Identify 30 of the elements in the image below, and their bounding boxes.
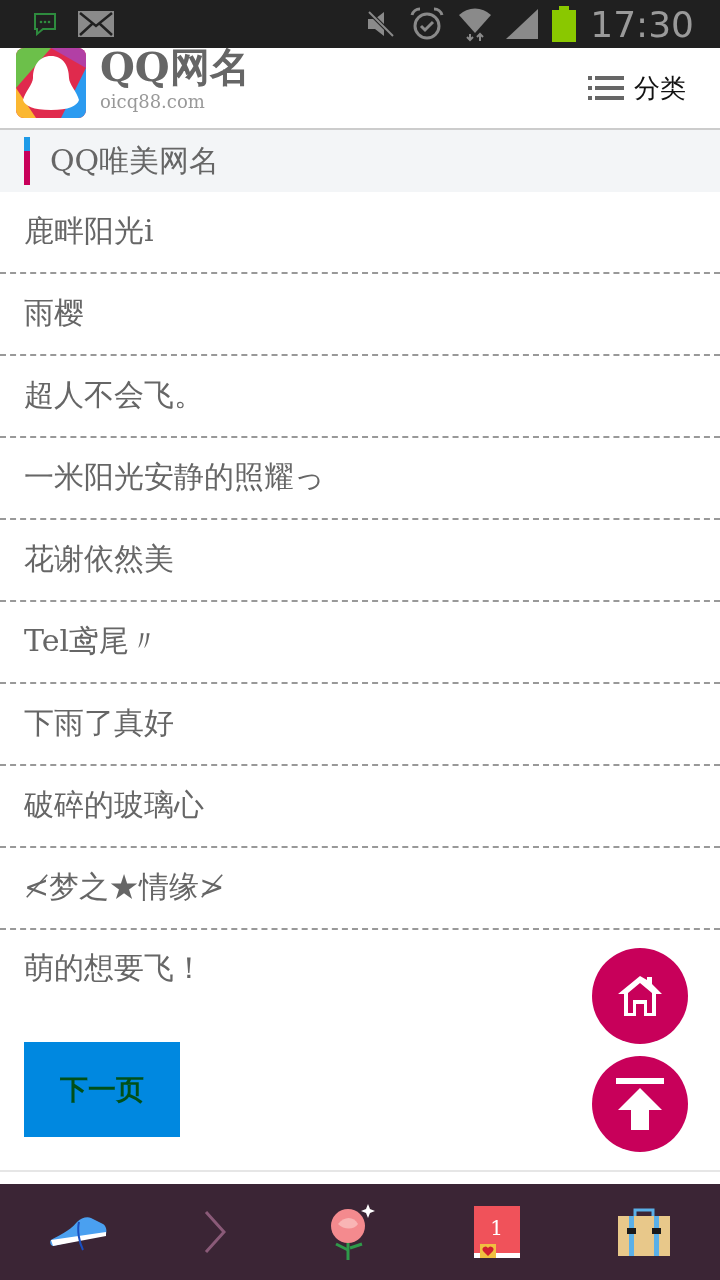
name-link[interactable]: 鹿畔阳光i (0, 192, 720, 274)
site-domain: oicq88.com (100, 90, 206, 112)
chat-icon (32, 12, 58, 36)
mail-icon (78, 11, 114, 37)
logo-icon[interactable] (16, 48, 86, 118)
signal-icon (506, 9, 539, 39)
name-link[interactable]: Tel鸢尾〃 (0, 602, 720, 684)
clock-time: 17:30 (590, 3, 694, 45)
name-link[interactable]: 下雨了真好 (0, 684, 720, 766)
name-link[interactable]: 雨樱 (0, 274, 720, 356)
category-menu-button[interactable]: 分类 (588, 70, 686, 106)
briefcase-icon[interactable] (617, 1208, 672, 1256)
name-link[interactable]: 萌的想要飞！ (0, 930, 720, 1012)
alarm-icon (410, 7, 445, 41)
arrow-up-icon (616, 1078, 664, 1130)
section-title: QQ唯美网名 (50, 141, 220, 180)
accent-bar (24, 137, 30, 185)
book-icon[interactable]: 1 (473, 1206, 520, 1258)
name-link[interactable]: 超人不会飞。 (0, 356, 720, 438)
site-title[interactable]: QQ网名 (100, 42, 588, 91)
name-link[interactable]: 花谢依然美 (0, 520, 720, 602)
wifi-icon (458, 6, 493, 42)
chevron-icon[interactable] (204, 1210, 227, 1254)
name-link[interactable]: 破碎的玻璃心 (0, 766, 720, 848)
home-icon (616, 974, 664, 1018)
name-link[interactable]: ≮梦之★情缘≯ (0, 848, 720, 930)
name-link[interactable]: 一米阳光安静的照耀っ (0, 438, 720, 520)
battery-icon (552, 6, 577, 42)
mute-icon (366, 10, 397, 38)
list-icon (588, 76, 624, 100)
